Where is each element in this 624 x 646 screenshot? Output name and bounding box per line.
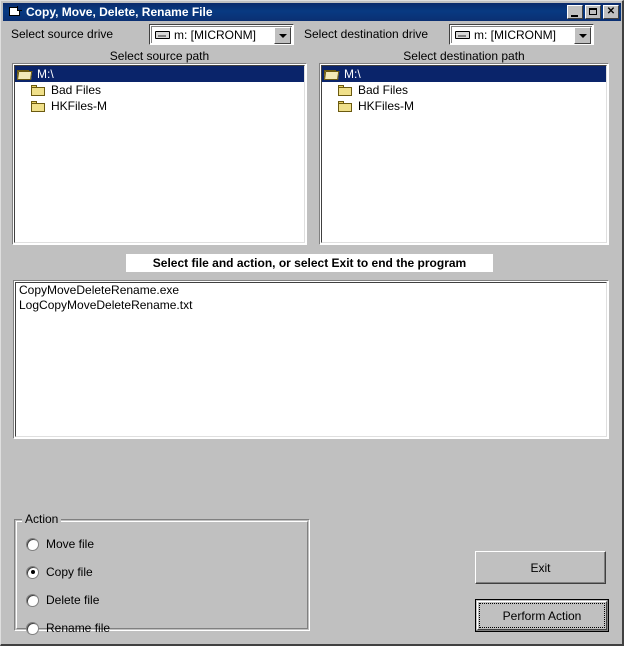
source-path-label: Select source path	[109, 49, 210, 63]
status-banner: Select file and action, or select Exit t…	[126, 254, 493, 272]
status-banner-text: Select file and action, or select Exit t…	[152, 256, 467, 270]
tree-item[interactable]: HKFiles-M	[15, 98, 304, 114]
source-drive-value: m: [MICRONM]	[174, 28, 256, 42]
action-group-title: Action	[22, 512, 62, 526]
folder-icon	[338, 100, 354, 113]
title-bar[interactable]: Copy, Move, Delete, Rename File ✕	[3, 3, 621, 21]
drive-icon	[155, 30, 171, 41]
radio-label: Copy file	[46, 565, 93, 579]
destination-drive-value: m: [MICRONM]	[474, 28, 556, 42]
file-list-panel[interactable]: CopyMoveDeleteRename.exe LogCopyMoveDelet…	[13, 280, 609, 439]
tree-item-label: HKFiles-M	[358, 99, 414, 113]
tree-item[interactable]: M:\	[15, 66, 304, 82]
open-folder-icon	[324, 68, 340, 81]
perform-action-button-label: Perform Action	[502, 608, 582, 623]
destination-tree-list[interactable]: M:\ Bad Files HKFiles-M	[322, 66, 606, 114]
tree-item-label: M:\	[344, 67, 361, 81]
radio-copy-file[interactable]: Copy file	[26, 565, 93, 579]
radio-indicator	[26, 621, 39, 635]
radio-indicator	[26, 537, 39, 551]
tree-item[interactable]: HKFiles-M	[322, 98, 606, 114]
maximize-button[interactable]	[585, 5, 601, 19]
radio-indicator	[26, 565, 39, 579]
exit-button[interactable]: Exit	[475, 551, 606, 584]
window-title: Copy, Move, Delete, Rename File	[26, 5, 213, 19]
exit-button-label: Exit	[530, 560, 551, 575]
tree-item[interactable]: Bad Files	[15, 82, 304, 98]
application-window: Copy, Move, Delete, Rename File ✕ Select…	[0, 0, 624, 646]
folder-icon	[31, 100, 47, 113]
chevron-down-icon[interactable]	[274, 26, 291, 44]
radio-label: Delete file	[46, 593, 100, 607]
window-controls: ✕	[567, 5, 619, 19]
minimize-button[interactable]	[567, 5, 583, 19]
destination-path-tree[interactable]: M:\ Bad Files HKFiles-M	[319, 63, 609, 245]
open-folder-icon	[17, 68, 33, 81]
tree-item[interactable]: Bad Files	[322, 82, 606, 98]
source-drive-combo[interactable]: m: [MICRONM]	[149, 24, 294, 45]
close-icon: ✕	[606, 6, 616, 17]
folder-icon	[338, 84, 354, 97]
tree-item-label: Bad Files	[51, 83, 102, 97]
radio-move-file[interactable]: Move file	[26, 537, 94, 551]
file-list-item[interactable]: CopyMoveDeleteRename.exe	[16, 283, 606, 298]
tree-item[interactable]: M:\	[322, 66, 606, 82]
tree-item-label: HKFiles-M	[51, 99, 107, 113]
action-group: Action Move file Copy file Delete file Rena…	[14, 512, 310, 635]
destination-drive-label: Select destination drive	[304, 27, 429, 41]
destination-drive-combo[interactable]: m: [MICRONM]	[449, 24, 594, 45]
radio-label: Move file	[46, 537, 95, 551]
folder-icon	[31, 84, 47, 97]
source-tree-list[interactable]: M:\ Bad Files HKFiles-M	[15, 66, 304, 114]
close-button[interactable]: ✕	[603, 5, 619, 19]
destination-path-label: Select destination path	[403, 49, 525, 63]
app-window-icon	[7, 5, 23, 19]
source-path-tree[interactable]: M:\ Bad Files HKFiles-M	[12, 63, 307, 245]
perform-action-button[interactable]: Perform Action	[475, 599, 609, 632]
tree-item-label: Bad Files	[358, 83, 409, 97]
radio-delete-file[interactable]: Delete file	[26, 593, 99, 607]
drive-icon	[455, 30, 471, 41]
file-list-item[interactable]: LogCopyMoveDeleteRename.txt	[16, 298, 606, 313]
radio-label: Rename file	[46, 621, 111, 635]
tree-item-label: M:\	[37, 67, 54, 81]
chevron-down-icon[interactable]	[574, 26, 591, 44]
radio-indicator	[26, 593, 39, 607]
radio-rename-file[interactable]: Rename file	[26, 621, 110, 635]
source-drive-label: Select source drive	[11, 27, 114, 41]
file-list[interactable]: CopyMoveDeleteRename.exe LogCopyMoveDelet…	[16, 283, 606, 313]
